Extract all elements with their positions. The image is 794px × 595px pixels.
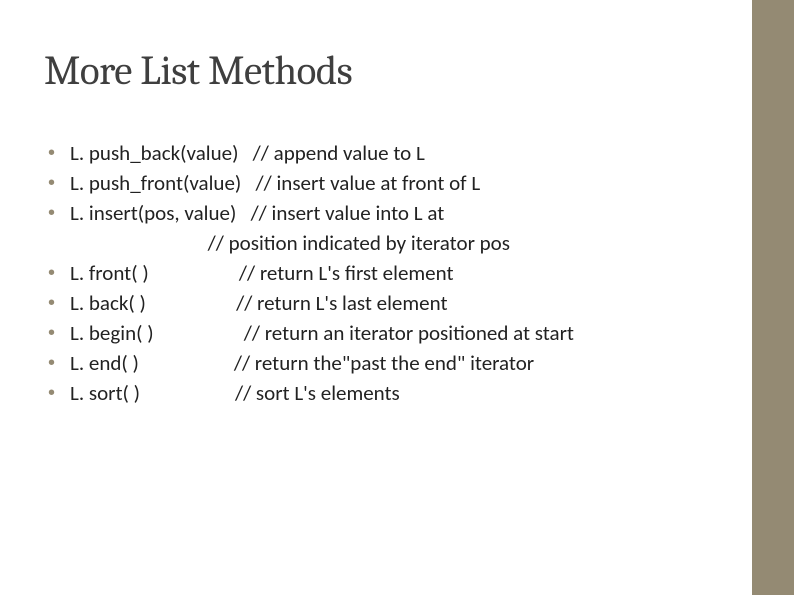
list-item-continuation: // position indicated by iterator pos (48, 229, 794, 257)
indent-spacer (48, 229, 70, 257)
list-item: • L. insert(pos, value) // insert value … (48, 199, 794, 227)
bullet-icon: • (48, 379, 70, 407)
list-item-text: L. sort( ) // sort L's elements (70, 379, 400, 407)
list-item: • L. back( ) // return L's last element (48, 289, 794, 317)
list-item-text: L. insert(pos, value) // insert value in… (70, 199, 444, 227)
list-item: • L. sort( ) // sort L's elements (48, 379, 794, 407)
list-item-text: L. back( ) // return L's last element (70, 289, 447, 317)
list-item-text: L. push_back(value) // append value to L (70, 139, 425, 167)
list-item-text: L. front( ) // return L's first element (70, 259, 454, 287)
slide: More List Methods • L. push_back(value) … (0, 0, 794, 595)
list-item-text: L. push_front(value) // insert value at … (70, 169, 480, 197)
list-item: • L. push_back(value) // append value to… (48, 139, 794, 167)
bullet-icon: • (48, 289, 70, 317)
list-item-text: L. end( ) // return the"past the end" it… (70, 349, 534, 377)
list-item-text: // position indicated by iterator pos (70, 229, 510, 257)
decorative-sidebar (752, 0, 794, 595)
bullet-icon: • (48, 259, 70, 287)
bullet-icon: • (48, 349, 70, 377)
list-item: • L. push_front(value) // insert value a… (48, 169, 794, 197)
list-item-text: L. begin( ) // return an iterator positi… (70, 319, 574, 347)
list-item: • L. begin( ) // return an iterator posi… (48, 319, 794, 347)
bullet-icon: • (48, 319, 70, 347)
bullet-icon: • (48, 199, 70, 227)
bullet-list: • L. push_back(value) // append value to… (44, 139, 794, 407)
bullet-icon: • (48, 169, 70, 197)
slide-title: More List Methods (44, 48, 794, 95)
bullet-icon: • (48, 139, 70, 167)
list-item: • L. front( ) // return L's first elemen… (48, 259, 794, 287)
list-item: • L. end( ) // return the"past the end" … (48, 349, 794, 377)
